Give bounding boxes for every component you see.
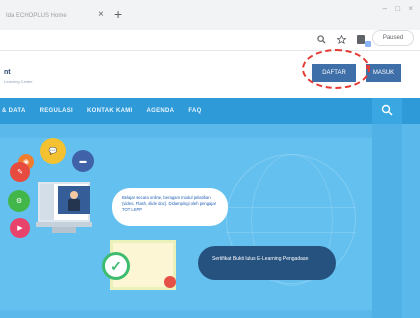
- profile-paused-pill[interactable]: Paused: [372, 30, 414, 46]
- ribbon-icon: [164, 276, 176, 288]
- login-marker-icon: [366, 65, 370, 69]
- chat-icon: 💬: [40, 138, 66, 164]
- browser-tab[interactable]: Ida ECHOPLUS Home: [6, 8, 104, 24]
- nav-item-kontak-kami[interactable]: KONTAK KAMI: [87, 108, 133, 114]
- nav-item-data[interactable]: & DATA: [2, 108, 26, 114]
- play-icon: ▶: [10, 218, 30, 238]
- site-brand[interactable]: nt: [4, 69, 11, 76]
- nav-search-icon[interactable]: [381, 104, 393, 118]
- nav-item-faq[interactable]: FAQ: [188, 108, 201, 114]
- chrome-divider: [0, 50, 420, 51]
- instructor-body: [68, 199, 80, 211]
- nav-menu: & DATA REGULASI KONTAK KAMI AGENDA FAQ: [2, 98, 202, 124]
- window-controls[interactable]: – □ ×: [383, 4, 416, 13]
- certificate-caption-pill: Sertifikat Bukti lulus E-Learning Pengad…: [198, 246, 336, 280]
- star-icon[interactable]: [337, 35, 346, 44]
- login-button[interactable]: MASUK: [366, 64, 401, 82]
- nav-item-agenda[interactable]: AGENDA: [147, 108, 175, 114]
- settings-icon: ⚙: [8, 190, 30, 212]
- instructor-head: [70, 191, 78, 199]
- browser-toolbar-icons: [317, 34, 371, 47]
- search-icon[interactable]: [317, 35, 326, 44]
- laptop-stand: [52, 227, 76, 233]
- extension-badge: [365, 41, 371, 47]
- browser-tab-bar: Ida ECHOPLUS Home × + – □ ×: [0, 0, 420, 30]
- hero-side-strip: [372, 124, 402, 318]
- info-speech-bubble: Belajar secara online, beragam modul pel…: [112, 188, 228, 226]
- register-button[interactable]: DAFTAR: [312, 64, 356, 82]
- new-tab-button[interactable]: +: [114, 6, 122, 22]
- badge-icon: ✎: [10, 162, 30, 182]
- nav-item-regulasi[interactable]: REGULASI: [40, 108, 73, 114]
- main-navbar: & DATA REGULASI KONTAK KAMI AGENDA FAQ: [0, 98, 420, 124]
- laptop-sidebar-illustration: [40, 184, 54, 220]
- extension-icon[interactable]: [357, 34, 371, 47]
- hero-section: 💬 ▬ ◉ ✎ ⚙ ▶ Belajar secara online, berag…: [0, 124, 420, 318]
- site-brand-subtitle: Learning Center: [4, 79, 33, 84]
- bubble-icon: ▬: [72, 150, 94, 172]
- checkmark-icon: ✓: [102, 252, 130, 280]
- tab-close-icon[interactable]: ×: [98, 9, 104, 20]
